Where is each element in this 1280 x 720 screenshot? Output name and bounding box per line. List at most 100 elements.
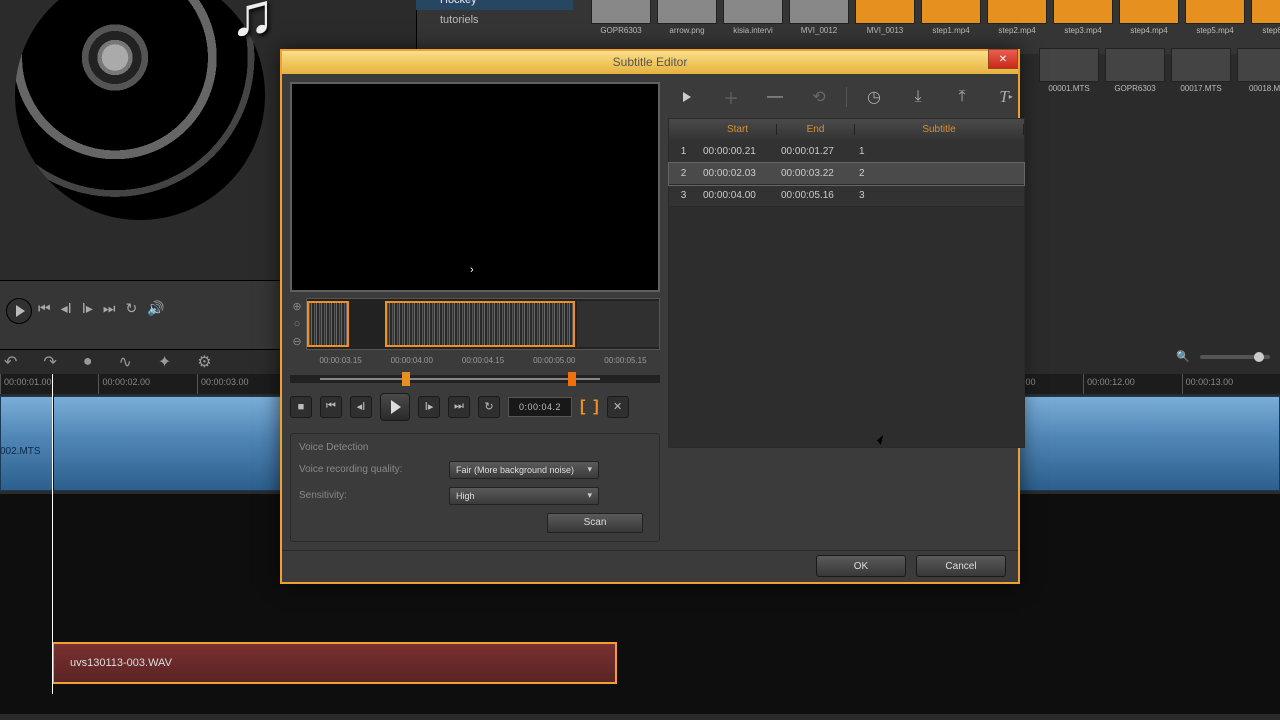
zoom-out-icon[interactable]: ⊖ [292, 335, 301, 348]
timeline-playhead[interactable] [52, 374, 53, 694]
loop-button[interactable]: ↻ [478, 396, 500, 418]
voice-detection-panel: Voice Detection Voice recording quality:… [290, 433, 660, 542]
remove-subtitle-icon[interactable]: — [762, 86, 788, 108]
subtitle-row[interactable]: 300:00:04.0000:00:05.163 [669, 185, 1024, 207]
ok-button[interactable]: OK [816, 555, 906, 577]
header-end[interactable]: End [777, 124, 855, 135]
header-start[interactable]: Start [699, 124, 777, 135]
waveform-segment-1[interactable] [307, 301, 349, 347]
preview-placeholder-graphic [15, 0, 265, 220]
library-folder-hockey[interactable]: Hockey [416, 0, 573, 10]
wave-time-label: 00:00:05.00 [520, 356, 589, 365]
ruler-tick: 00:00:12.00 [1083, 374, 1181, 394]
header-subtitle[interactable]: Subtitle [855, 124, 1024, 135]
subtitle-preview: › [290, 82, 660, 292]
subtitle-editor-dialog: Subtitle Editor ✕ › ⊕ ○ ⊖ 00:00:03.1500:… [280, 49, 1020, 584]
dialog-footer: OK Cancel [282, 550, 1018, 582]
dialog-titlebar[interactable]: Subtitle Editor ✕ [282, 51, 1018, 74]
thumb-step2.mp4[interactable]: step2.mp4 [986, 0, 1048, 36]
thumb-MVI_0012[interactable]: MVI_0012 [788, 0, 850, 36]
sensitivity-label: Sensitivity: [299, 490, 439, 501]
scrub-bar[interactable] [290, 375, 660, 383]
thumb-step4.mp4[interactable]: step4.mp4 [1118, 0, 1180, 36]
record-icon[interactable]: ● [83, 353, 93, 371]
wave-time-label: 00:00:03.15 [306, 356, 375, 365]
thumb-MVI_0013[interactable]: MVI_0013 [854, 0, 916, 36]
undo-icon[interactable]: ↶ [4, 352, 17, 372]
ruler-tick: 00:00:02.00 [98, 374, 196, 394]
quality-dropdown[interactable]: Fair (More background noise) [449, 461, 599, 479]
time-offset-icon[interactable]: ◷ [861, 86, 887, 108]
zoom-out-icon[interactable]: 🔍 [1176, 350, 1190, 363]
thumb-step6.mp4[interactable]: step6.mp4 [1250, 0, 1280, 36]
thumb-step5.mp4[interactable]: step5.mp4 [1184, 0, 1246, 36]
dialog-title: Subtitle Editor [282, 55, 1018, 69]
fx-icon[interactable]: ✦ [158, 352, 171, 372]
subtitle-row[interactable]: 100:00:00.2100:00:01.271 [669, 141, 1024, 163]
quality-label: Voice recording quality: [299, 464, 439, 475]
wave-time-label: 00:00:05.15 [591, 356, 660, 365]
grid-empty-area[interactable] [669, 207, 1024, 447]
mark-in-button[interactable]: [ [580, 398, 585, 416]
toolbar-separator [846, 87, 847, 107]
step-back-icon[interactable]: ◂Ⅰ [61, 300, 72, 317]
scan-button[interactable]: Scan [547, 513, 643, 533]
goto-end-button[interactable]: ⏭ [448, 396, 470, 418]
goto-end-icon[interactable]: ⏭ [103, 300, 116, 317]
cancel-button[interactable]: Cancel [916, 555, 1006, 577]
mixer-icon[interactable]: ∿ [118, 352, 131, 372]
thumb-GOPR6303[interactable]: GOPR6303 [1104, 48, 1166, 94]
zoom-handle-icon[interactable]: ○ [294, 318, 301, 330]
waveform-track[interactable] [306, 298, 660, 350]
zoom-slider[interactable] [1200, 355, 1270, 359]
step-fwd-button[interactable]: Ⅰ▸ [418, 396, 440, 418]
main-play-button[interactable] [6, 298, 32, 324]
loop-icon[interactable]: ↻ [126, 300, 138, 317]
timeline-zoom: 🔍 [1176, 350, 1270, 363]
export-subtitle-icon[interactable]: ⤒ [949, 86, 975, 108]
delete-marks-button[interactable]: ✕ [607, 396, 629, 418]
volume-icon[interactable]: 🔊 [147, 300, 164, 317]
subtitle-grid: Start End Subtitle 100:00:00.2100:00:01.… [668, 118, 1025, 448]
ruler-tick: 00:00:01.00 [0, 374, 98, 394]
thumb-00001.MTS[interactable]: 00001.MTS [1038, 48, 1100, 94]
timecode-field[interactable]: 0:00:04.2 [508, 397, 572, 417]
text-style-icon[interactable]: T▸ [993, 86, 1019, 108]
play-button[interactable] [380, 393, 410, 421]
close-icon: ✕ [999, 54, 1007, 65]
thumb-00017.MTS[interactable]: 00017.MTS [1170, 48, 1232, 94]
waveform-time-labels: 00:00:03.1500:00:04.0000:00:04.1500:00:0… [290, 356, 660, 365]
import-subtitle-icon[interactable]: ⤓ [905, 86, 931, 108]
step-fwd-icon[interactable]: Ⅰ▸ [82, 300, 93, 317]
wave-time-label: 00:00:04.00 [377, 356, 446, 365]
play-segment-icon[interactable] [674, 86, 700, 108]
thumb-GOPR6303[interactable]: GOPR6303 [590, 0, 652, 36]
dialog-transport: ■ ⏮ ◂Ⅰ Ⅰ▸ ⏭ ↻ 0:00:04.2 [ ] ✕ [290, 393, 660, 421]
library-folder-tutoriels[interactable]: tutoriels [416, 10, 573, 30]
main-transport: ⏮ ◂Ⅰ Ⅰ▸ ⏭ ↻ 🔊 [38, 300, 165, 317]
thumb-step3.mp4[interactable]: step3.mp4 [1052, 0, 1114, 36]
stop-button[interactable]: ■ [290, 396, 312, 418]
goto-start-icon[interactable]: ⏮ [38, 300, 51, 317]
mark-out-button[interactable]: ] [593, 398, 598, 416]
step-back-button[interactable]: ◂Ⅰ [350, 396, 372, 418]
settings-icon[interactable]: ⚙ [197, 352, 211, 372]
thumb-00018.MT[interactable]: 00018.MT [1236, 48, 1280, 94]
zoom-in-icon[interactable]: ⊕ [292, 300, 301, 313]
waveform-segment-2[interactable] [385, 301, 575, 347]
subtitle-row[interactable]: 200:00:02.0300:00:03.222 [669, 163, 1024, 185]
thumb-step1.mp4[interactable]: step1.mp4 [920, 0, 982, 36]
sensitivity-dropdown[interactable]: High [449, 487, 599, 505]
thumb-kisia.intervi[interactable]: kisia.intervi [722, 0, 784, 36]
add-subtitle-icon[interactable]: ＋ [718, 86, 744, 108]
thumb-arrow.png[interactable]: arrow.png [656, 0, 718, 36]
ruler-tick: 00:00:13.00 [1182, 374, 1280, 394]
audio-clip[interactable]: uvs130113-003.WAV [52, 642, 617, 684]
goto-start-button[interactable]: ⏮ [320, 396, 342, 418]
scrub-mark-in[interactable] [402, 372, 410, 386]
scrub-playhead[interactable] [568, 372, 576, 386]
redo-icon[interactable]: ↷ [43, 352, 56, 372]
video-clip-label: 002.MTS [0, 446, 41, 457]
merge-subtitle-icon[interactable]: ⟲ [806, 86, 832, 108]
close-button[interactable]: ✕ [988, 49, 1018, 69]
